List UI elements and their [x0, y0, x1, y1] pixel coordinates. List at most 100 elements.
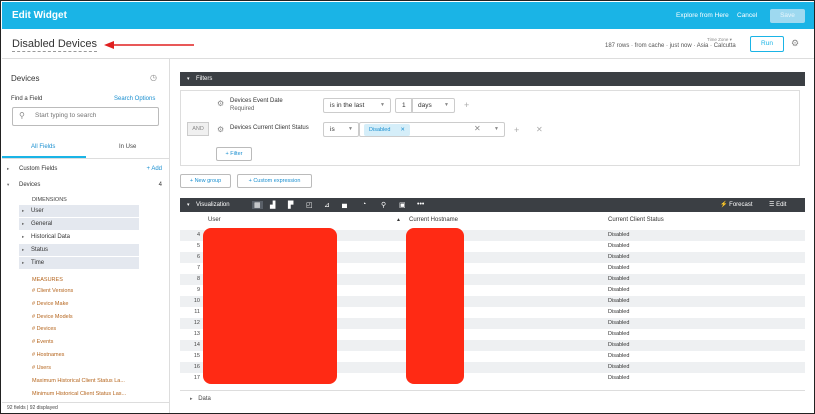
row-number: 16 — [193, 364, 200, 370]
field-count-footer: 92 fields | 92 displayed — [2, 402, 170, 412]
chevron-down-icon: ▼ — [380, 102, 385, 108]
status-cell: Disabled — [608, 375, 630, 381]
filter-unit-select[interactable]: days ▼ — [411, 98, 455, 113]
add-custom-field-button[interactable]: + Add — [146, 163, 162, 175]
dimension-group-historical-data[interactable]: ▸ Historical Data — [19, 231, 139, 243]
row-number: 17 — [193, 375, 200, 381]
filters-bar-label: Filters — [196, 76, 213, 82]
redaction-hostname-column — [406, 228, 464, 384]
devices-count: 4 — [158, 182, 162, 188]
caret-right-icon: ▸ — [22, 260, 25, 265]
tab-all-fields[interactable]: All Fields — [31, 144, 55, 150]
run-button[interactable]: Run — [750, 36, 784, 52]
filter-field-label: Devices Current Client Status — [230, 125, 309, 131]
status-cell: Disabled — [608, 320, 630, 326]
dimension-label: General — [31, 221, 53, 227]
column-header-hostname[interactable]: Current Hostname — [409, 217, 458, 223]
top-bar: Edit Widget Explore from Here Cancel Sav… — [2, 2, 814, 29]
select-value: days — [418, 102, 432, 109]
row-number: 9 — [196, 287, 200, 293]
dimension-label: User — [31, 208, 44, 214]
window-title: Edit Widget — [12, 10, 67, 21]
data-section-bar[interactable]: ▸ Data — [180, 390, 805, 406]
measure-item[interactable]: # Device Make — [32, 301, 68, 307]
add-filter-button[interactable]: + Filter — [216, 147, 252, 161]
column-header-client-status[interactable]: Current Client Status — [608, 217, 664, 223]
explore-from-here-link[interactable]: Explore from Here — [676, 12, 729, 19]
measure-item[interactable]: # Client Versions — [32, 288, 73, 294]
save-button[interactable]: Save — [770, 9, 805, 23]
measure-item[interactable]: # Devices — [32, 326, 56, 332]
filters-section-bar[interactable]: ▾ Filters — [180, 72, 805, 86]
measure-item[interactable]: # Users — [32, 365, 51, 371]
measure-item[interactable]: # Device Models — [32, 314, 73, 320]
chip-label: Disabled — [369, 127, 391, 133]
table-viz-icon[interactable]: ▦ — [252, 201, 263, 209]
field-search-input[interactable] — [35, 112, 153, 119]
edit-viz-button[interactable]: ☰ Edit — [769, 198, 786, 212]
add-filter-value-button[interactable]: + — [514, 125, 519, 135]
search-options-link[interactable]: Search Options — [114, 96, 155, 102]
dimension-label: Time — [31, 260, 45, 266]
custom-fields-group[interactable]: ▸ Custom Fields + Add — [2, 163, 170, 175]
dimension-group-time[interactable]: ▸ Time — [19, 257, 139, 269]
bar-chart-icon[interactable]: ▛ — [288, 201, 293, 209]
map-pin-icon[interactable]: ⚲ — [381, 201, 386, 209]
measure-item[interactable]: Minimum Historical Client Status Las... — [32, 391, 126, 397]
custom-expression-button[interactable]: + Custom expression — [237, 174, 312, 188]
gear-icon[interactable]: ⚙ — [217, 99, 224, 108]
explore-title: Devices — [11, 74, 40, 83]
row-number: 14 — [193, 342, 200, 348]
filter-value-chip[interactable]: Disabled ✕ — [364, 124, 410, 136]
measure-item[interactable]: # Events — [32, 339, 53, 345]
query-metadata: 187 rows · from cache · just now · Asia … — [605, 43, 736, 49]
line-chart-icon[interactable]: ⊿ — [324, 201, 330, 209]
dimensions-header: DIMENSIONS — [32, 197, 67, 203]
column-chart-icon[interactable]: ▟ — [270, 201, 275, 209]
caret-right-icon: ▸ — [7, 166, 10, 171]
pie-chart-icon[interactable]: ◔ — [362, 201, 366, 208]
filter-operator-select[interactable]: is in the last ▼ — [323, 98, 391, 113]
scatter-chart-icon[interactable]: ◰ — [306, 201, 313, 209]
remove-filter-icon[interactable]: ✕ — [536, 125, 543, 134]
sort-asc-icon[interactable]: ▲ — [396, 217, 401, 223]
widget-name-field[interactable]: Disabled Devices — [12, 38, 97, 52]
row-number: 8 — [196, 276, 200, 282]
tab-in-use[interactable]: In Use — [119, 144, 136, 150]
filter-operator-select[interactable]: is ▼ — [323, 122, 359, 137]
clear-icon[interactable]: ✕ — [474, 124, 481, 133]
new-group-button[interactable]: + New group — [180, 174, 231, 188]
visualization-bar-label: Visualization — [196, 202, 230, 208]
single-value-icon[interactable]: ▣ — [399, 201, 406, 209]
gear-icon[interactable]: ⚙ — [217, 125, 224, 134]
dimension-group-user[interactable]: ▸ User — [19, 205, 139, 217]
chevron-down-icon: ▼ — [444, 102, 449, 108]
filter-field-label: Devices Event Date — [230, 98, 283, 104]
row-number: 5 — [196, 243, 200, 249]
clock-icon[interactable]: ◷ — [150, 73, 157, 82]
row-number: 4 — [196, 232, 200, 238]
close-icon[interactable]: ✕ — [400, 124, 405, 136]
field-search-box[interactable]: ⚲ — [12, 107, 159, 126]
caret-right-icon: ▸ — [190, 396, 193, 402]
devices-view-group[interactable]: ▾ Devices 4 — [2, 179, 170, 191]
dimension-group-status[interactable]: ▸ Status — [19, 244, 139, 256]
chevron-down-icon[interactable]: ▼ — [494, 126, 499, 132]
dimension-group-general[interactable]: ▸ General — [19, 218, 139, 230]
row-number: 15 — [193, 353, 200, 359]
cancel-button[interactable]: Cancel — [737, 12, 757, 19]
forecast-button[interactable]: ⚡ Forecast — [720, 198, 753, 212]
gear-icon[interactable]: ⚙ — [791, 38, 799, 49]
select-value: is — [330, 126, 335, 133]
red-arrow-annotation — [104, 41, 194, 49]
filter-required-note: Required — [230, 106, 255, 112]
more-viz-icon[interactable]: ••• — [417, 201, 424, 208]
status-cell: Disabled — [608, 243, 630, 249]
add-filter-value-button[interactable]: + — [464, 100, 469, 110]
measure-item[interactable]: # Hostnames — [32, 352, 64, 358]
area-chart-icon[interactable]: ▄ — [342, 201, 347, 208]
measure-item[interactable]: Maximum Historical Client Status La... — [32, 378, 125, 384]
forecast-icon: ⚡ — [720, 202, 728, 208]
caret-down-icon: ▾ — [187, 76, 190, 82]
column-header-user[interactable]: User — [208, 217, 221, 223]
